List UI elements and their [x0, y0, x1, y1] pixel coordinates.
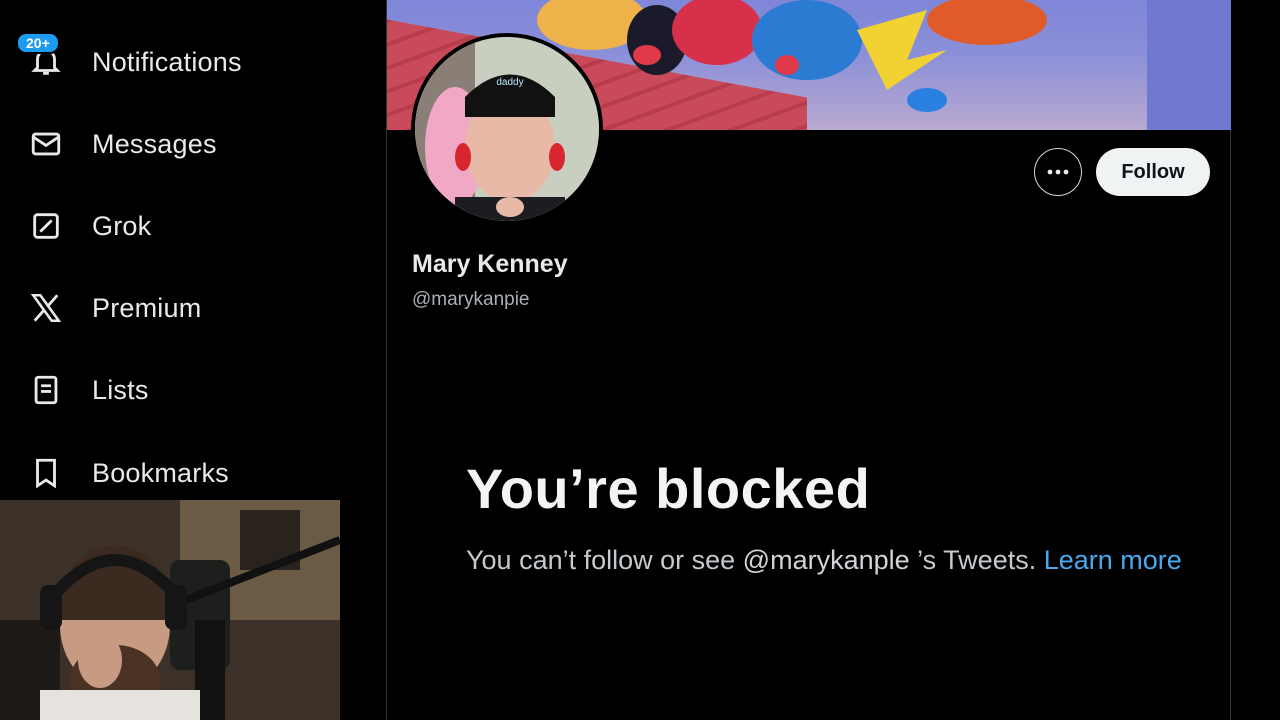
profile-avatar[interactable]: daddy — [411, 33, 603, 225]
sidebar-item-messages[interactable]: Messages — [26, 120, 217, 168]
more-horizontal-icon — [1046, 163, 1070, 181]
avatar-hat-text: daddy — [496, 77, 523, 88]
blocked-message-handle: @marykanple — [742, 545, 910, 575]
right-edge-panel — [1231, 0, 1280, 720]
blocked-message-suffix: ’s Tweets. — [909, 545, 1044, 575]
learn-more-link[interactable]: Learn more — [1044, 545, 1182, 575]
bookmark-icon — [26, 453, 66, 493]
sidebar-item-bookmarks[interactable]: Bookmarks — [26, 449, 229, 497]
blocked-title: You’re blocked — [466, 457, 871, 520]
sidebar-item-label: Messages — [92, 128, 217, 159]
sidebar-item-label: Lists — [92, 374, 149, 405]
streamer-video-frame — [0, 500, 340, 720]
sidebar-item-grok[interactable]: Grok — [26, 202, 151, 250]
envelope-icon — [26, 124, 66, 164]
blocked-message: You can’t follow or see @marykanple ’s T… — [466, 540, 1206, 580]
bell-icon: 20+ — [16, 32, 66, 82]
profile-column: daddy Follow Mary Kenney @marykanpie You… — [386, 0, 1232, 720]
profile-handle: @marykanpie — [412, 289, 530, 310]
webcam-overlay — [0, 500, 340, 720]
x-logo-icon — [26, 288, 66, 328]
blocked-message-prefix: You can’t follow or see — [466, 545, 743, 575]
sidebar-item-label: Grok — [92, 210, 152, 241]
notification-count-badge: 20+ — [16, 32, 60, 54]
sidebar-item-label: Premium — [92, 292, 202, 323]
sidebar-item-notifications[interactable]: 20+ Notifications — [16, 32, 242, 86]
sidebar-item-lists[interactable]: Lists — [26, 366, 149, 414]
follow-button[interactable]: Follow — [1096, 148, 1210, 196]
list-icon — [26, 370, 66, 410]
sidebar-item-label: Bookmarks — [92, 457, 229, 488]
avatar-photo: daddy — [415, 37, 599, 221]
sidebar-item-label: Notifications — [92, 46, 242, 77]
profile-display-name: Mary Kenney — [412, 250, 568, 278]
grok-icon — [26, 206, 66, 246]
sidebar-item-premium[interactable]: Premium — [26, 284, 201, 332]
more-options-button[interactable] — [1034, 148, 1082, 196]
